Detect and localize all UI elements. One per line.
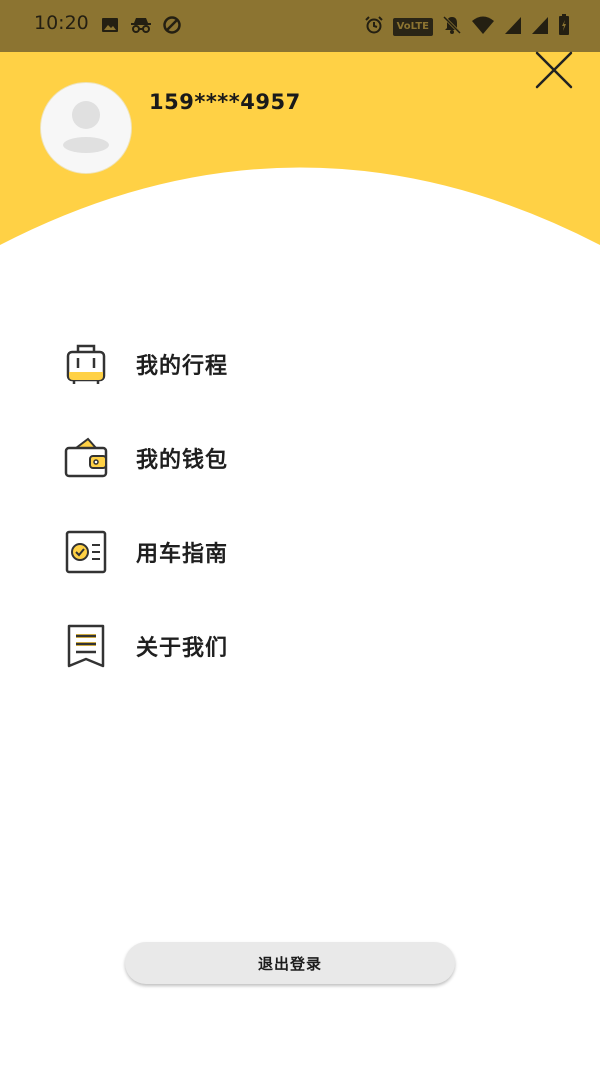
data-saver-icon [162,15,182,39]
status-bar: 10:20 VoLTE [0,0,600,52]
image-icon [100,15,120,39]
status-time: 10:20 [34,12,89,34]
about-icon [62,622,110,670]
incognito-icon [130,15,152,39]
battery-icon [558,14,570,40]
menu-item-label: 我的钱包 [136,448,229,473]
mute-icon [442,15,462,39]
close-icon [535,51,573,89]
luggage-icon [62,340,110,388]
menu-item-my-wallet[interactable]: 我的钱包 [0,412,600,506]
logout-button[interactable]: 退出登录 [125,942,455,984]
signal-icon [504,15,522,39]
menu-item-about-us[interactable]: 关于我们 [0,600,600,694]
menu-item-label: 用车指南 [136,542,229,567]
guide-icon [62,528,110,576]
menu-item-my-trips[interactable]: 我的行程 [0,318,600,412]
avatar[interactable] [40,82,132,174]
menu-item-label: 我的行程 [136,354,229,379]
volte-badge: VoLTE [392,18,433,36]
alarm-icon [364,15,384,39]
close-button[interactable] [532,48,576,92]
user-phone: 159****4957 [149,90,301,114]
wallet-icon [62,434,110,482]
menu-item-guide[interactable]: 用车指南 [0,506,600,600]
user-placeholder-icon [63,101,109,153]
signal-icon [531,15,549,39]
menu-item-label: 关于我们 [136,636,229,661]
wifi-icon [471,15,495,39]
